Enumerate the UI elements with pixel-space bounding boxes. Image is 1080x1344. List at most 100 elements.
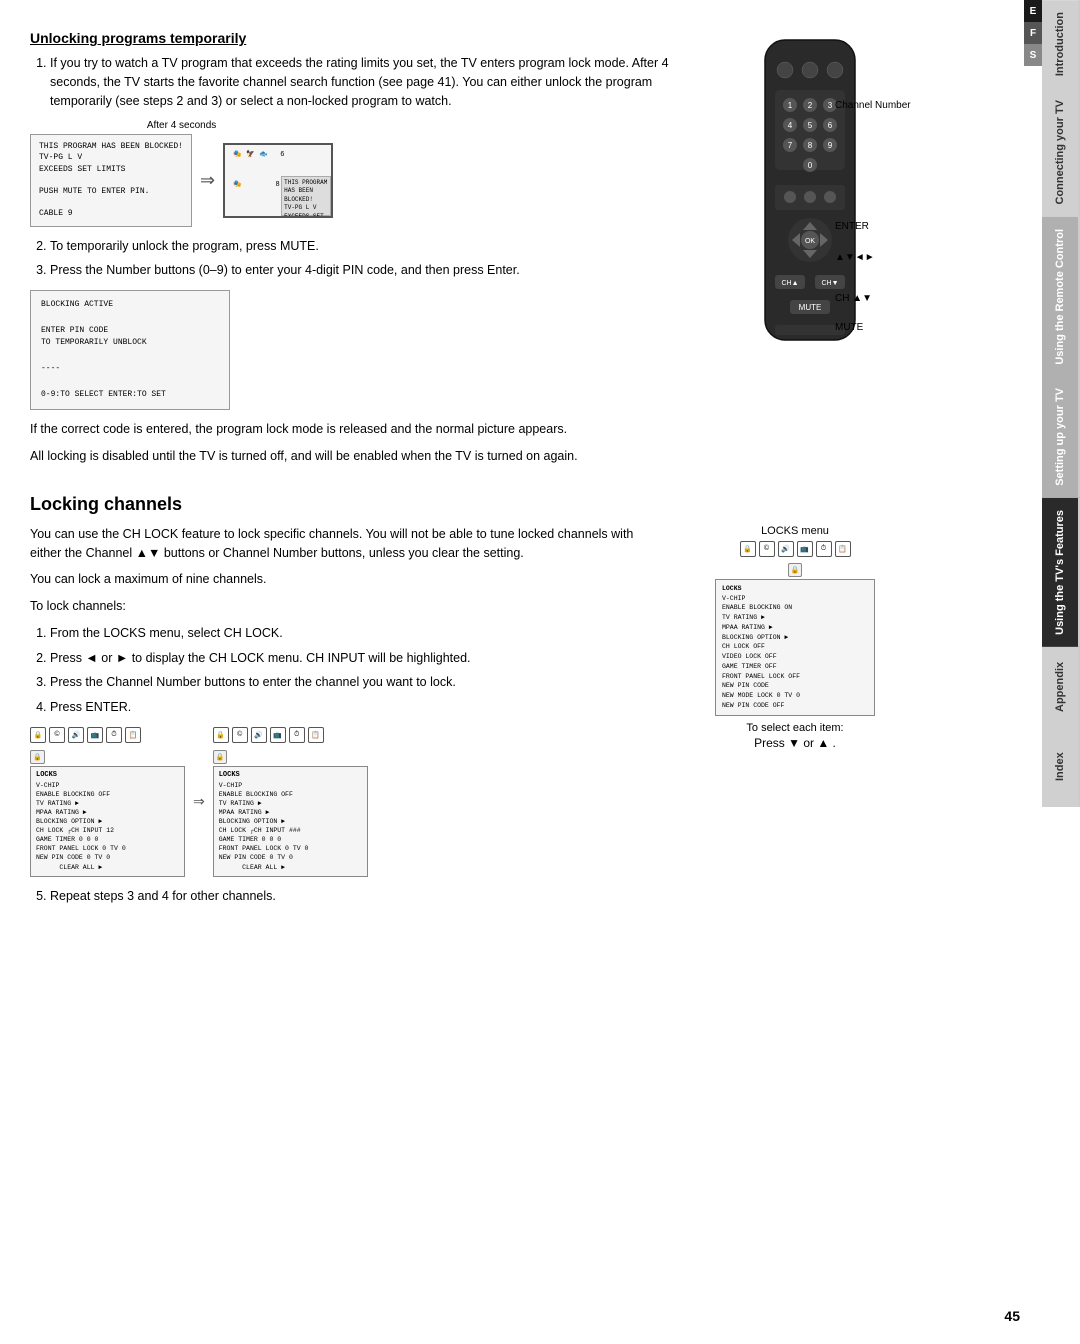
unlock-left: Unlocking programs temporarily If you tr…: [30, 30, 680, 474]
svg-text:9: 9: [828, 141, 833, 150]
locking-steps-list: From the LOCKS menu, select CH LOCK. Pre…: [50, 624, 650, 717]
pin-screen: BLOCKING ACTIVE ENTER PIN CODE TO TEMPOR…: [30, 290, 230, 410]
sidebar-tab-index-label: Index: [1054, 753, 1066, 782]
screen-container-step1: After 4 seconds THIS PROGRAM HAS BEEN BL…: [30, 120, 680, 226]
locks-menu-icons: 🔒 © 🔊 📺 ⏱ 📋: [740, 541, 851, 557]
locking-step-2: Press ◄ or ► to display the CH LOCK menu…: [50, 649, 650, 668]
efs-s: S: [1024, 44, 1042, 66]
efs-e: E: [1024, 0, 1042, 22]
locks-icon-4: 📺: [797, 541, 813, 557]
lock-screen-1: LOCKS V-CHIP ENABLE BLOCKING OFF TV RATI…: [30, 766, 185, 877]
screen-box-2: THIS PROGRAM HAS BEEN BLOCKED! TV-PG L V…: [223, 143, 333, 218]
svg-text:CH▲: CH▲: [781, 280, 798, 287]
sidebar-tab-remote[interactable]: Using the Remote Control: [1042, 217, 1080, 377]
svg-text:3: 3: [828, 101, 833, 110]
lock-screens-arrow: ⇒: [193, 793, 205, 810]
locks-icon-5: ⏱: [816, 541, 832, 557]
sidebar-tab-remote-label: Using the Remote Control: [1054, 229, 1066, 365]
press-label: Press ▼ or ▲ .: [754, 736, 836, 750]
menu-icon-2b: 🔊: [251, 727, 267, 743]
unlock-step-3: Press the Number buttons (0–9) to enter …: [50, 261, 680, 280]
locking-intro: You can use the CH LOCK feature to lock …: [30, 525, 650, 563]
lower-right: LOCKS menu 🔒 © 🔊 📺 ⏱ 📋 🔒 LOCKS V-CHIP: [670, 525, 920, 913]
menu-icon-lock2: 🔒: [213, 727, 229, 743]
page-number: 45: [1004, 1308, 1020, 1324]
sidebar-tab-appendix-label: Appendix: [1054, 662, 1066, 712]
after-label: After 4 seconds: [147, 120, 216, 131]
unlock-section: Unlocking programs temporarily If you tr…: [30, 30, 920, 474]
svg-text:8: 8: [808, 141, 813, 150]
sidebar-tab-connecting-label: Connecting your TV: [1054, 100, 1066, 205]
locking-step-5-list: Repeat steps 3 and 4 for other channels.: [50, 887, 650, 906]
right-sidebar: Introduction Connecting your TV Using th…: [1042, 0, 1080, 1344]
lock-screens-row: 🔒 © 🔊 📺 ⏱ 📋 🔒 LOCKS V-CHIP: [30, 727, 650, 877]
locks-icon-2: ©: [759, 541, 775, 557]
locks-icon-3: 🔊: [778, 541, 794, 557]
locking-step-1: From the LOCKS menu, select CH LOCK.: [50, 624, 650, 643]
unlock-para2: All locking is disabled until the TV is …: [30, 447, 680, 466]
sidebar-tab-appendix[interactable]: Appendix: [1042, 647, 1080, 727]
svg-text:0: 0: [808, 161, 813, 170]
locking-step-4: Press ENTER.: [50, 698, 650, 717]
menu-icon-2d: ⏱: [289, 727, 305, 743]
lock-screen-container-2: 🔒 © 🔊 📺 ⏱ 📋 🔒 LOCKS V-CHIP: [213, 727, 368, 877]
ch-label: CH ▲▼: [835, 293, 935, 304]
sidebar-tab-features-label: Using the TV's Features: [1054, 510, 1066, 635]
locking-step-3: Press the Channel Number buttons to ente…: [50, 673, 650, 692]
to-select-text: To select each item:: [746, 722, 843, 734]
sidebar-tab-setting[interactable]: Setting up your TV: [1042, 376, 1080, 498]
press-arrows: Press ▼ or ▲ .: [754, 736, 836, 750]
locking-section: Locking channels You can use the CH LOCK…: [30, 494, 920, 913]
remote-diagram-upper: 1 2 3 4 5 6 7 8 9: [700, 30, 920, 474]
locks-icon-6: 📋: [835, 541, 851, 557]
lower-section: You can use the CH LOCK feature to lock …: [30, 525, 920, 913]
menu-icons-1: 🔒 © 🔊 📺 ⏱ 📋: [30, 727, 185, 743]
channel-number-label: Channel Number: [835, 100, 935, 111]
sidebar-tab-index[interactable]: Index: [1042, 727, 1080, 807]
menu-icon-2e: 📋: [308, 727, 324, 743]
menu-icon-1: ©: [49, 727, 65, 743]
locking-max: You can lock a maximum of nine channels.: [30, 570, 650, 589]
remote-annotations-upper: Channel Number ENTER ▲▼◄► CH ▲▼ MUTE: [835, 50, 935, 333]
menu-icon-5: 📋: [125, 727, 141, 743]
menu-icons-2: 🔒 © 🔊 📺 ⏱ 📋: [213, 727, 368, 743]
to-lock-label: To lock channels:: [30, 597, 650, 616]
lock-screen-container-1: 🔒 © 🔊 📺 ⏱ 📋 🔒 LOCKS V-CHIP: [30, 727, 185, 877]
svg-text:4: 4: [788, 121, 793, 130]
efs-block: E F S: [1024, 0, 1042, 66]
efs-f: F: [1024, 22, 1042, 44]
svg-text:6: 6: [828, 121, 833, 130]
svg-text:MUTE: MUTE: [799, 303, 822, 312]
locks-menu-label: LOCKS menu: [761, 525, 829, 537]
menu-icon-4: ⏱: [106, 727, 122, 743]
unlock-steps-list: If you try to watch a TV program that ex…: [50, 54, 680, 110]
arrow-right: ⇒: [200, 170, 215, 191]
sidebar-tab-features[interactable]: Using the TV's Features: [1042, 498, 1080, 647]
sidebar-tab-setting-label: Setting up your TV: [1054, 388, 1066, 486]
sidebar-tab-introduction[interactable]: Introduction: [1042, 0, 1080, 88]
screen-box-1: THIS PROGRAM HAS BEEN BLOCKED! TV-PG L V…: [30, 134, 192, 226]
unlock-step-1: If you try to watch a TV program that ex…: [50, 54, 680, 110]
menu-icon-lock: 🔒: [30, 727, 46, 743]
unlock-para1: If the correct code is entered, the prog…: [30, 420, 680, 439]
unlock-steps-2-3: To temporarily unlock the program, press…: [50, 237, 680, 281]
lower-left: You can use the CH LOCK feature to lock …: [30, 525, 650, 913]
svg-text:5: 5: [808, 121, 813, 130]
locking-heading: Locking channels: [30, 494, 920, 515]
svg-text:OK: OK: [805, 238, 815, 245]
svg-text:2: 2: [808, 101, 813, 110]
menu-icon-2c: 📺: [270, 727, 286, 743]
enter-label: ENTER: [835, 221, 935, 232]
menu-icon-2a: ©: [232, 727, 248, 743]
svg-text:7: 7: [788, 141, 793, 150]
sidebar-tab-introduction-label: Introduction: [1054, 12, 1066, 76]
mute-label: MUTE: [835, 322, 935, 333]
unlock-heading: Unlocking programs temporarily: [30, 30, 680, 46]
lock-screen-2: LOCKS V-CHIP ENABLE BLOCKING OFF TV RATI…: [213, 766, 368, 877]
locking-step-5: Repeat steps 3 and 4 for other channels.: [50, 887, 650, 906]
locks-icon-1: 🔒: [740, 541, 756, 557]
svg-text:1: 1: [788, 101, 793, 110]
locks-sub-screen: LOCKS V-CHIP ENABLE BLOCKING ON TV RATIN…: [715, 579, 875, 716]
menu-icon-3: 📺: [87, 727, 103, 743]
sidebar-tab-connecting[interactable]: Connecting your TV: [1042, 88, 1080, 217]
